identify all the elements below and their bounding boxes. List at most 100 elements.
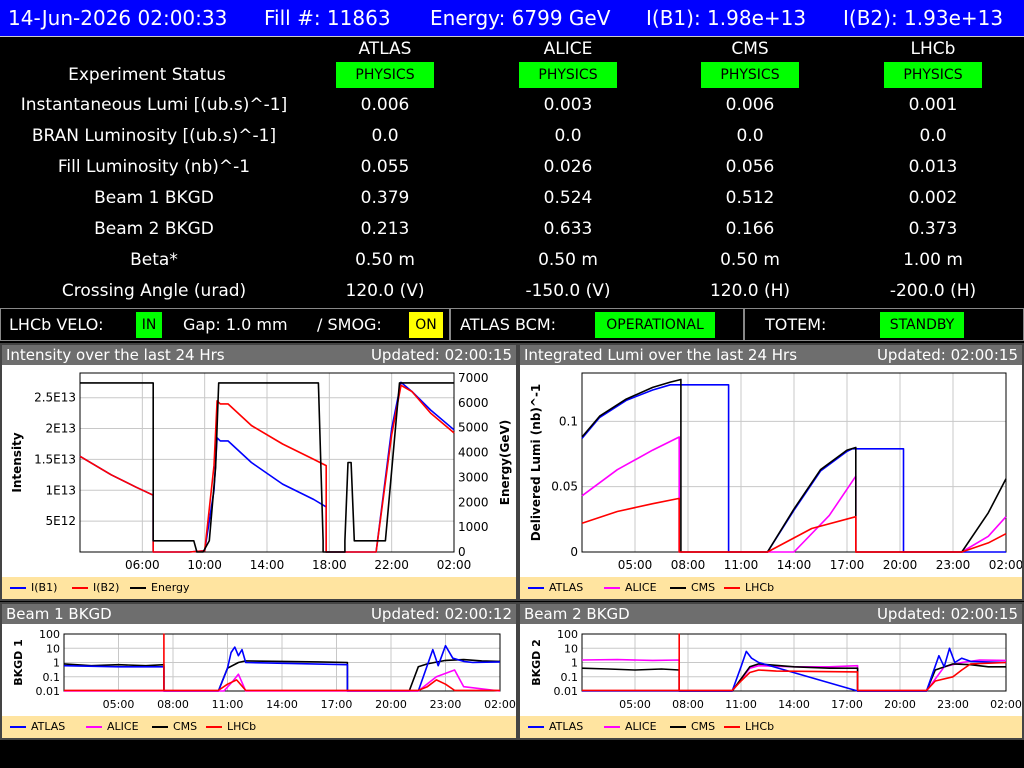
bcm-status-badge: OPERATIONAL: [595, 312, 715, 338]
cell-beam2-bkgd-lhcb: 0.373: [908, 219, 958, 239]
intensity-b1: I(B1): 1.98e+13: [646, 6, 807, 30]
status-badge-alice: PHYSICS: [519, 62, 617, 88]
legend-label-alice: ALICE: [625, 581, 657, 594]
intensity-panel-title: Intensity over the last 24 Hrs: [6, 346, 225, 364]
y-axis-label: BKGD 1: [12, 639, 25, 686]
row-label-bran-lumi: BRAN Luminosity [(ub.s)^-1]: [31, 126, 277, 146]
x-tick-label: 14:00: [778, 698, 810, 711]
cell-bran-lumi-alice: 0.0: [554, 126, 582, 146]
cell-beta-star-atlas: 0.50 m: [355, 250, 415, 270]
x-tick-label: 11:00: [212, 698, 244, 711]
y-tick-label: 0.01: [36, 685, 61, 698]
legend-label-lhcb: LHCb: [745, 720, 775, 733]
bkgd2-panel-title: Beam 2 BKGD: [524, 605, 630, 623]
smog-label: / SMOG:: [317, 315, 382, 334]
lumi-chart: 05:00 08:00 11:00 14:00 17:00 20:00 23:00 02:00…: [529, 372, 1022, 572]
legend-swatch-lhcb: [724, 587, 740, 589]
totem-status-badge: STANDBY: [880, 312, 964, 338]
x-tick-label: 20:00: [883, 558, 918, 572]
cell-bran-lumi-lhcb: 0.0: [919, 126, 947, 146]
x-tick-label: 23:00: [430, 698, 462, 711]
cell-beam1-bkgd-cms: 0.512: [725, 188, 775, 208]
legend-item-alice: ALICE: [604, 581, 657, 595]
y-axis-label: Intensity: [10, 432, 24, 492]
intensity-legend: I(B1) I(B2) Energy: [2, 577, 516, 599]
legend-swatch-cms: [152, 726, 168, 728]
legend-swatch-energy: [130, 587, 146, 589]
row-label-crossing-angle: Crossing Angle (urad): [61, 281, 247, 301]
cell-beam1-bkgd-atlas: 0.379: [360, 188, 410, 208]
cell-fill-lumi-lhcb: 0.013: [908, 157, 958, 177]
y2-tick-label: 3000: [458, 470, 489, 484]
cell-beam1-bkgd-alice: 0.524: [543, 188, 593, 208]
experiment-status-table: ATLAS ALICE CMS LHCb Experiment Status P…: [0, 38, 1024, 306]
experiment-heading-lhcb: LHCb: [910, 39, 956, 59]
row-label-beam2-bkgd: Beam 2 BKGD: [94, 219, 214, 239]
x-tick-label: 11:00: [725, 698, 757, 711]
cell-inst-lumi-cms: 0.006: [725, 95, 775, 115]
legend-label-lhcb: LHCb: [745, 581, 775, 594]
cell-beam1-bkgd-lhcb: 0.002: [908, 188, 958, 208]
legend-label-cms: CMS: [691, 720, 716, 733]
x-tick-label: 02:00: [484, 698, 516, 711]
y-tick-label: 0: [570, 545, 578, 559]
cell-fill-lumi-cms: 0.056: [725, 157, 775, 177]
legend-label-alice: ALICE: [625, 720, 657, 733]
cell-inst-lumi-alice: 0.003: [543, 95, 593, 115]
y-axis-label: Delivered Lumi (nb)^-1: [529, 384, 543, 542]
cell-crossing-angle-alice: -150.0 (V): [525, 281, 611, 301]
bkgd1-panel: Beam 1 BKGD Updated: 02:00:12 05:00 08:00…: [0, 602, 518, 740]
lumi-panel-title: Integrated Lumi over the last 24 Hrs: [524, 346, 798, 364]
cell-beam2-bkgd-atlas: 0.213: [360, 219, 410, 239]
bkgd1-legend: ATLAS ALICE CMS LHCb: [2, 716, 516, 738]
x-tick-label: 02:00: [989, 558, 1022, 572]
bkgd1-chart: 05:00 08:00 11:00 14:00 17:00 20:00 23:00 02:00…: [12, 628, 516, 711]
legend-label-atlas: ATLAS: [549, 581, 584, 594]
y2-tick-label: 2000: [458, 495, 489, 509]
status-badge-lhcb: PHYSICS: [884, 62, 982, 88]
x-tick-label: 14:00: [250, 558, 285, 572]
x-tick-label: 17:00: [831, 698, 863, 711]
x-tick-label: 02:00: [437, 558, 472, 572]
legend-swatch-atlas: [10, 726, 26, 728]
y-tick-label: 1: [571, 657, 578, 670]
bcm-label: ATLAS BCM:: [460, 315, 557, 334]
legend-label-alice: ALICE: [107, 720, 139, 733]
legend-label-ib2: I(B2): [93, 581, 120, 594]
y2-tick-label: 6000: [458, 396, 489, 410]
y2-tick-label: 1000: [458, 520, 489, 534]
datetime: 14-Jun-2026 02:00:33: [8, 6, 228, 30]
intensity-panel-updated: Updated: 02:00:15: [370, 346, 512, 364]
cell-beam2-bkgd-cms: 0.166: [725, 219, 775, 239]
bkgd1-panel-title-bar: Beam 1 BKGD Updated: 02:00:12: [2, 604, 516, 624]
cell-beta-star-lhcb: 1.00 m: [903, 250, 963, 270]
x-tick-label: 11:00: [724, 558, 759, 572]
x-tick-label: 06:00: [125, 558, 160, 572]
legend-swatch-alice: [604, 726, 620, 728]
cell-fill-lumi-atlas: 0.055: [360, 157, 410, 177]
legend-swatch-cms: [670, 726, 686, 728]
x-tick-label: 08:00: [672, 698, 704, 711]
y-tick-label: 1.5E13: [34, 452, 76, 466]
lumi-legend: ATLAS ALICE CMS LHCb: [520, 577, 1022, 599]
legend-item-atlas: ATLAS: [528, 720, 583, 734]
legend-label-cms: CMS: [691, 581, 716, 594]
legend-label-cms: CMS: [173, 720, 198, 733]
y-tick-label: 2E13: [46, 422, 77, 436]
x-tick-label: 18:00: [312, 558, 347, 572]
x-tick-label: 23:00: [937, 698, 969, 711]
y-tick-label: 10: [564, 642, 578, 655]
cell-beta-star-alice: 0.50 m: [538, 250, 598, 270]
legend-item-cms: CMS: [152, 720, 197, 734]
legend-swatch-atlas: [528, 587, 544, 589]
bkgd1-panel-updated: Updated: 02:00:12: [370, 605, 512, 623]
legend-item-cms: CMS: [670, 720, 715, 734]
intensity-panel: Intensity over the last 24 Hrs Updated: …: [0, 343, 518, 601]
velo-gap: Gap: 1.0 mm: [183, 315, 288, 334]
velo-label: LHCb VELO:: [9, 315, 104, 334]
y-axis-label: BKGD 2: [530, 639, 543, 686]
x-tick-label: 10:00: [187, 558, 222, 572]
totem-box: TOTEM: STANDBY: [744, 308, 1024, 341]
bkgd2-panel-title-bar: Beam 2 BKGD Updated: 02:00:15: [520, 604, 1022, 624]
legend-swatch-ib2: [72, 587, 88, 589]
